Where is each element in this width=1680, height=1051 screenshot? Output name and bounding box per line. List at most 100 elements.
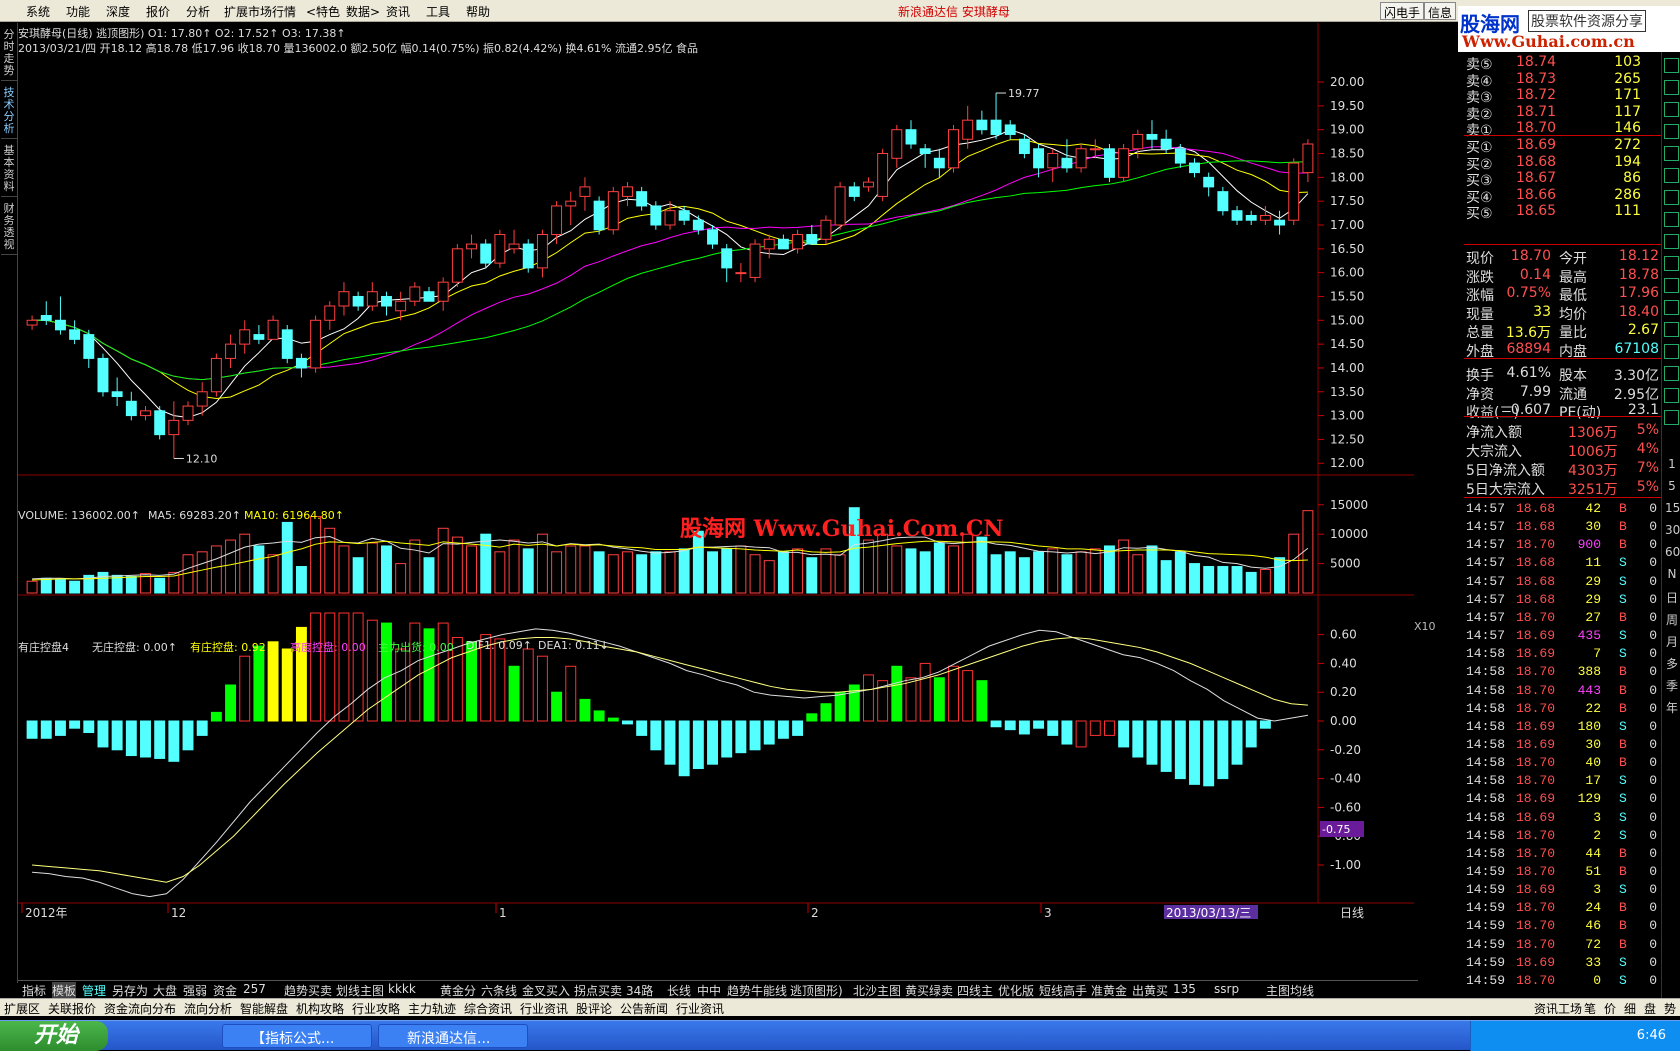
extension-tab[interactable]: 公告新闻 (620, 1000, 668, 1017)
template-tab[interactable]: 管理 (82, 982, 106, 999)
template-tab[interactable]: 257 (243, 982, 266, 996)
menu-item[interactable]: 帮助 (466, 3, 490, 20)
template-tab[interactable]: 四线主 (957, 982, 993, 999)
extension-tab[interactable]: 机构攻略 (296, 1000, 344, 1017)
template-tab[interactable]: ssrp (1214, 982, 1239, 996)
toolbar-icon[interactable] (1664, 102, 1679, 117)
menu-item[interactable]: 系统 (26, 3, 50, 20)
quote-view-tab[interactable]: 盘 (1644, 1000, 1656, 1017)
template-tab[interactable]: 拐点买卖 (574, 982, 622, 999)
period-button[interactable]: 日 (1665, 589, 1679, 606)
template-tab[interactable]: 135 (1173, 982, 1196, 996)
extension-tab[interactable]: 行业资讯 (676, 1000, 724, 1017)
quote-view-tab[interactable]: 势 (1664, 1000, 1676, 1017)
toolbar-icon[interactable] (1664, 388, 1679, 403)
toolbar-icon[interactable] (1664, 366, 1679, 381)
period-button[interactable]: 1 (1665, 457, 1679, 471)
quote-view-tab[interactable]: 细 (1624, 1000, 1636, 1017)
template-tab[interactable]: 短线高手 (1039, 982, 1087, 999)
extension-tab[interactable]: 关联报价 (48, 1000, 96, 1017)
template-tab[interactable]: 逃顶图形) (790, 982, 843, 999)
task-sina-window[interactable]: 新浪通达信... (378, 1024, 528, 1048)
period-button[interactable]: 5 (1665, 479, 1679, 493)
template-tab[interactable]: 指标 (22, 982, 46, 999)
toolbar-icon[interactable] (1664, 168, 1679, 183)
template-tab[interactable]: kkkk (388, 982, 416, 996)
template-tab[interactable]: 中中 (697, 982, 721, 999)
menu-item[interactable]: 深度 (106, 3, 130, 20)
toolbar-icon[interactable] (1664, 80, 1679, 95)
menu-item[interactable]: 工具 (426, 3, 450, 20)
info-button[interactable]: 信息 (1424, 2, 1457, 20)
period-button[interactable]: 月 (1665, 633, 1679, 650)
toolbar-icon[interactable] (1664, 256, 1679, 271)
template-tab[interactable]: 另存为 (112, 982, 148, 999)
quote-view-tab[interactable]: 笔 (1584, 1000, 1596, 1017)
extension-tab[interactable]: 主力轨迹 (408, 1000, 456, 1017)
template-tab[interactable]: 强弱 (183, 982, 207, 999)
menu-item[interactable]: 功能 (66, 3, 90, 20)
template-tab[interactable]: 趋势买卖 (284, 982, 332, 999)
menu-item[interactable]: 分析 (186, 3, 210, 20)
extension-tab[interactable]: 行业攻略 (352, 1000, 400, 1017)
period-button[interactable]: 多 (1665, 655, 1679, 672)
period-button[interactable]: 60 (1665, 545, 1680, 559)
menu-item[interactable]: 扩展市场行情 (224, 3, 296, 20)
toolbar-icon[interactable] (1664, 58, 1679, 73)
task-formula-window[interactable]: 【指标公式... (222, 1024, 372, 1048)
template-tab[interactable]: 长线 (667, 982, 691, 999)
template-tab[interactable]: 34路 (626, 982, 653, 999)
extension-tab[interactable]: 股评论 (576, 1000, 612, 1017)
period-button[interactable]: 15 (1665, 501, 1680, 515)
template-tab[interactable]: 划线主图 (336, 982, 384, 999)
template-tab[interactable]: 大盘 (153, 982, 177, 999)
period-button[interactable]: N (1665, 567, 1679, 581)
menu-item[interactable]: 资讯 (386, 3, 410, 20)
extension-tab[interactable]: 智能解盘 (240, 1000, 288, 1017)
template-tab[interactable]: 六条线 (481, 982, 517, 999)
extension-tab[interactable]: 流向分析 (184, 1000, 232, 1017)
period-button[interactable]: 年 (1665, 699, 1679, 716)
template-tab[interactable]: 黄金分 (440, 982, 476, 999)
tab-technical[interactable]: 技术分析 (1, 83, 17, 139)
toolbar-icon[interactable] (1664, 300, 1679, 315)
toolbar-icon[interactable] (1664, 190, 1679, 205)
template-tab[interactable]: 金叉买入 (522, 982, 570, 999)
template-tab[interactable]: 模板 (52, 982, 77, 999)
menu-item[interactable]: 数据> (346, 3, 380, 20)
template-tab[interactable]: 趋势牛能线 (727, 982, 787, 999)
menu-item[interactable]: 报价 (146, 3, 170, 20)
extension-tab[interactable]: 资金流向分布 (104, 1000, 176, 1017)
tab-financials[interactable]: 财务透视 (1, 199, 17, 255)
quote-view-tab[interactable]: 价 (1604, 1000, 1616, 1017)
flash-trade-button[interactable]: 闪电手 (1380, 2, 1425, 20)
chart-svg[interactable]: 20.0019.5019.0018.5018.0017.5017.0016.50… (18, 23, 1414, 973)
template-tab[interactable]: 黄买绿卖 (905, 982, 953, 999)
template-tab[interactable]: 准黄金 (1091, 982, 1127, 999)
quote-view-tab[interactable]: 资讯工场 (1534, 1000, 1582, 1017)
toolbar-icon[interactable] (1664, 322, 1679, 337)
toolbar-icon[interactable] (1664, 278, 1679, 293)
toolbar-icon[interactable] (1664, 344, 1679, 359)
tab-fundamentals[interactable]: 基本资料 (1, 141, 17, 197)
chart-area[interactable]: 20.00 19.50 19.00 18.50 18.00 17.50 17.00 16.50… (18, 23, 1436, 973)
template-tab[interactable]: 北沙主图 (853, 982, 901, 999)
template-tab[interactable]: 出黄买 (1132, 982, 1168, 999)
period-button[interactable]: 30 (1665, 523, 1680, 537)
template-tab[interactable]: 主图均线 (1266, 982, 1314, 999)
extension-tab[interactable]: 扩展区 (4, 1000, 40, 1017)
toolbar-icon[interactable] (1664, 124, 1679, 139)
period-button[interactable]: 季 (1665, 677, 1679, 694)
template-tab[interactable]: 优化版 (998, 982, 1034, 999)
toolbar-icon[interactable] (1664, 212, 1679, 227)
start-button[interactable]: 开始 (0, 1021, 108, 1051)
toolbar-icon[interactable] (1664, 410, 1679, 425)
period-button[interactable]: 周 (1665, 611, 1679, 628)
menu-item[interactable]: <特色 (306, 3, 340, 20)
toolbar-icon[interactable] (1664, 234, 1679, 249)
extension-tab[interactable]: 综合资讯 (464, 1000, 512, 1017)
template-tab[interactable]: 资金 (213, 982, 237, 999)
extension-tab[interactable]: 行业资讯 (520, 1000, 568, 1017)
toolbar-icon[interactable] (1664, 146, 1679, 161)
tab-intraday[interactable]: 分时走势 (1, 25, 17, 81)
